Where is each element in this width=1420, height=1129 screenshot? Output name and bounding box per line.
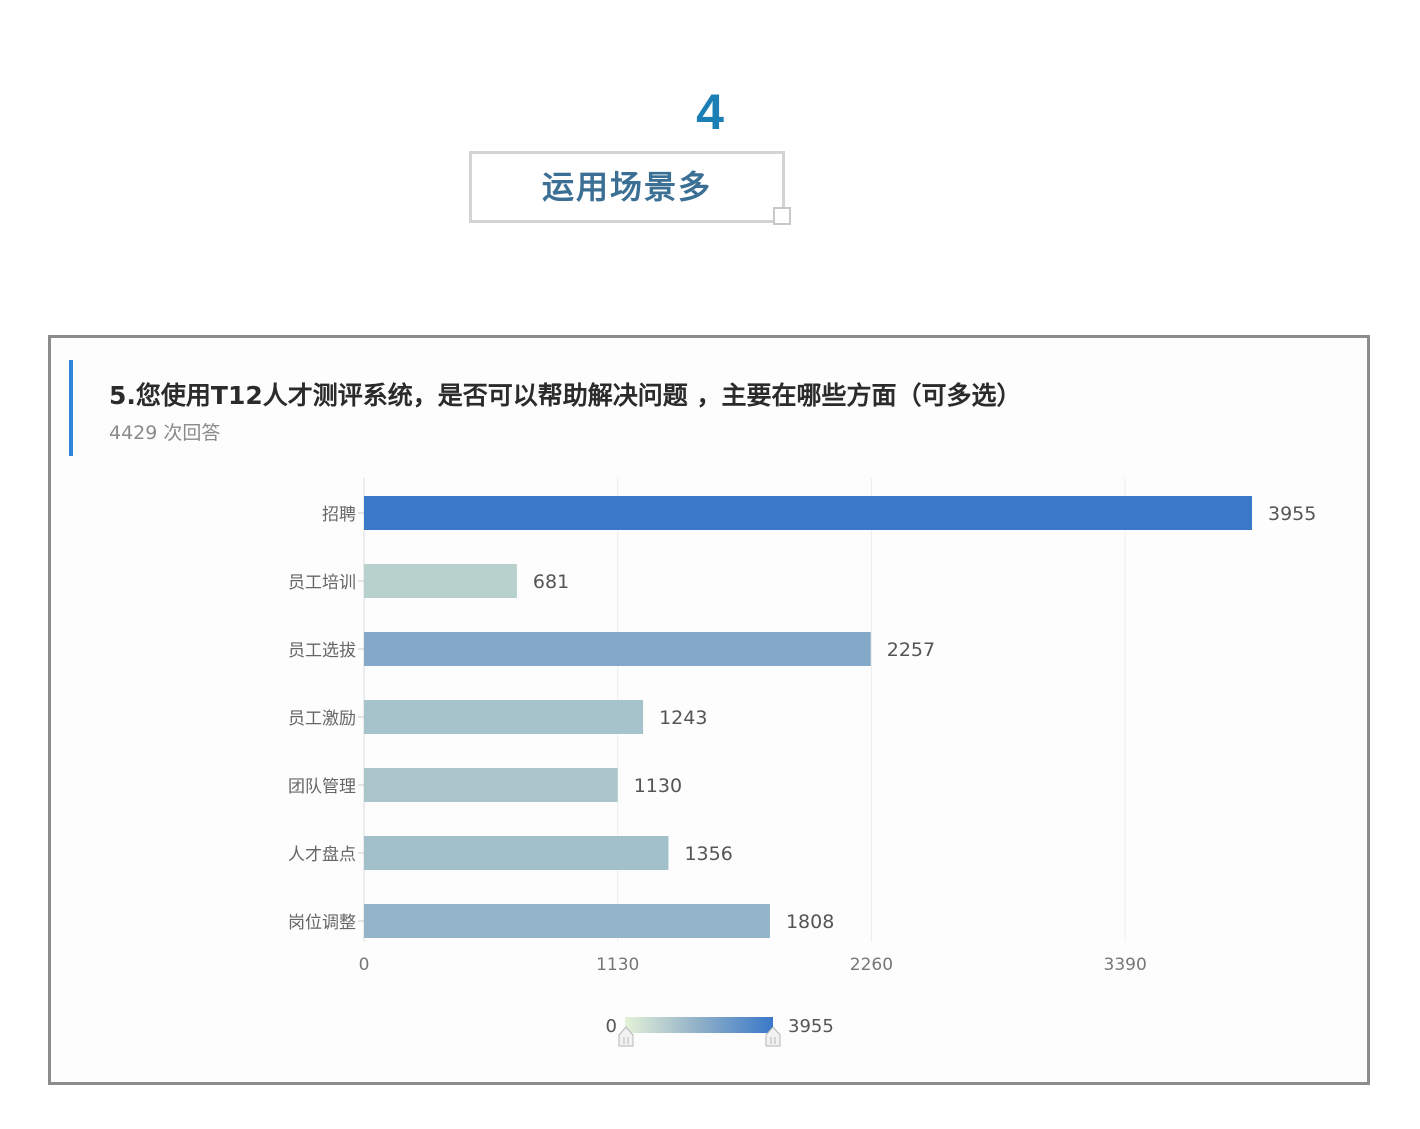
category-label: 员工培训 — [288, 573, 356, 593]
value-label: 1808 — [786, 911, 834, 933]
bar[interactable] — [364, 564, 517, 598]
section-title: 运用场景多 — [541, 168, 712, 206]
x-axis-ticks: 0 1130 2260 3390 — [359, 955, 1147, 975]
visual-map-max-label: 3955 — [788, 1016, 834, 1037]
category-label: 团队管理 — [288, 777, 356, 797]
x-tick-label: 3390 — [1104, 955, 1147, 975]
category-label: 招聘 — [322, 505, 356, 525]
value-label: 3955 — [1268, 503, 1316, 525]
value-label: 1130 — [634, 775, 682, 797]
bar[interactable] — [364, 496, 1252, 530]
survey-card: 5.您使用T12人才测评系统，是否可以帮助解决问题 ，主要在哪些方面（可多选） … — [48, 335, 1370, 1085]
bar[interactable] — [364, 768, 618, 802]
value-label: 1243 — [659, 707, 707, 729]
category-label: 岗位调整 — [288, 913, 356, 933]
value-label: 1356 — [684, 843, 732, 865]
bars — [364, 496, 1252, 938]
x-tick-label: 2260 — [850, 955, 893, 975]
visual-map-gradient — [625, 1017, 773, 1033]
x-tick-label: 0 — [359, 955, 370, 975]
category-labels: 招聘员工培训员工选拔员工激励团队管理人才盘点岗位调整 — [288, 505, 364, 933]
visual-map-min-label: 0 — [606, 1016, 617, 1037]
visual-map: 0 3955 — [606, 1016, 834, 1047]
bar-chart: 招聘员工培训员工选拔员工激励团队管理人才盘点岗位调整 3955 681 2257 12… — [288, 478, 1316, 1047]
section-number: 4 — [696, 84, 724, 140]
bar[interactable] — [364, 700, 644, 734]
section-title-box: 运用场景多 — [469, 151, 785, 223]
value-label: 2257 — [887, 639, 935, 661]
bar[interactable] — [364, 904, 770, 938]
corner-decoration — [773, 207, 791, 225]
value-label: 681 — [533, 571, 569, 593]
bar[interactable] — [364, 836, 669, 870]
x-tick-label: 1130 — [596, 955, 639, 975]
bar[interactable] — [364, 632, 871, 666]
category-label: 员工选拔 — [288, 641, 356, 661]
category-label: 员工激励 — [288, 709, 356, 729]
category-label: 人才盘点 — [288, 845, 356, 865]
